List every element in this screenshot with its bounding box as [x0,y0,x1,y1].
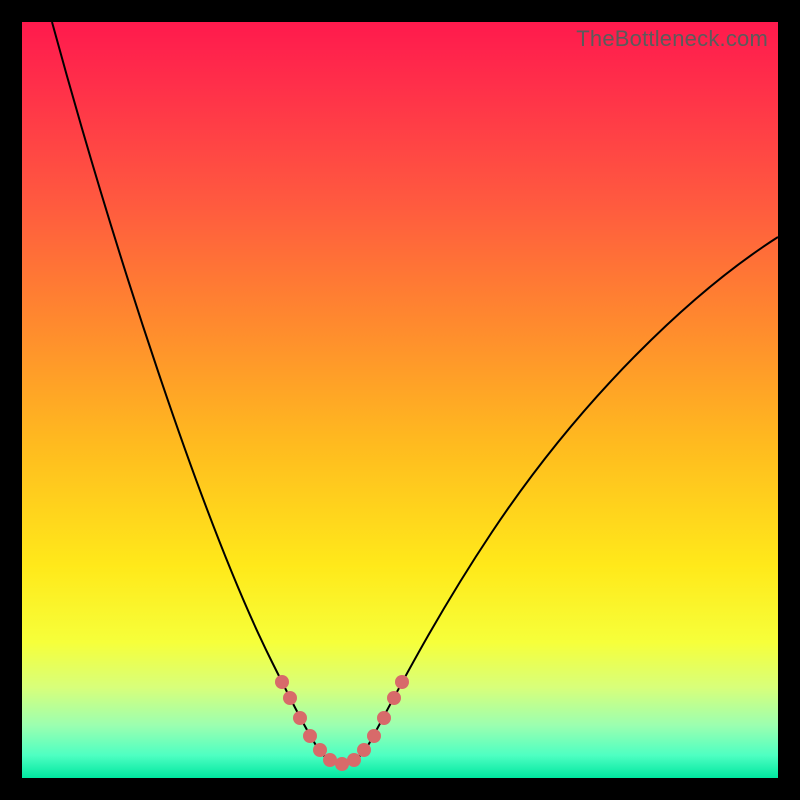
highlight-dot [367,729,381,743]
highlight-dot [377,711,391,725]
highlight-dot [313,743,327,757]
highlight-dot [293,711,307,725]
highlight-dot [387,691,401,705]
highlight-dot [303,729,317,743]
highlight-dot [395,675,409,689]
bottleneck-curve [22,22,778,778]
plot-area: TheBottleneck.com [22,22,778,778]
highlight-dot [347,753,361,767]
highlight-dot [275,675,289,689]
highlight-dot [357,743,371,757]
highlight-dot [283,691,297,705]
chart-frame: TheBottleneck.com [0,0,800,800]
highlight-dot [323,753,337,767]
curve-left-branch [52,22,314,742]
highlight-dot [335,757,349,771]
curve-right-branch [370,237,778,742]
